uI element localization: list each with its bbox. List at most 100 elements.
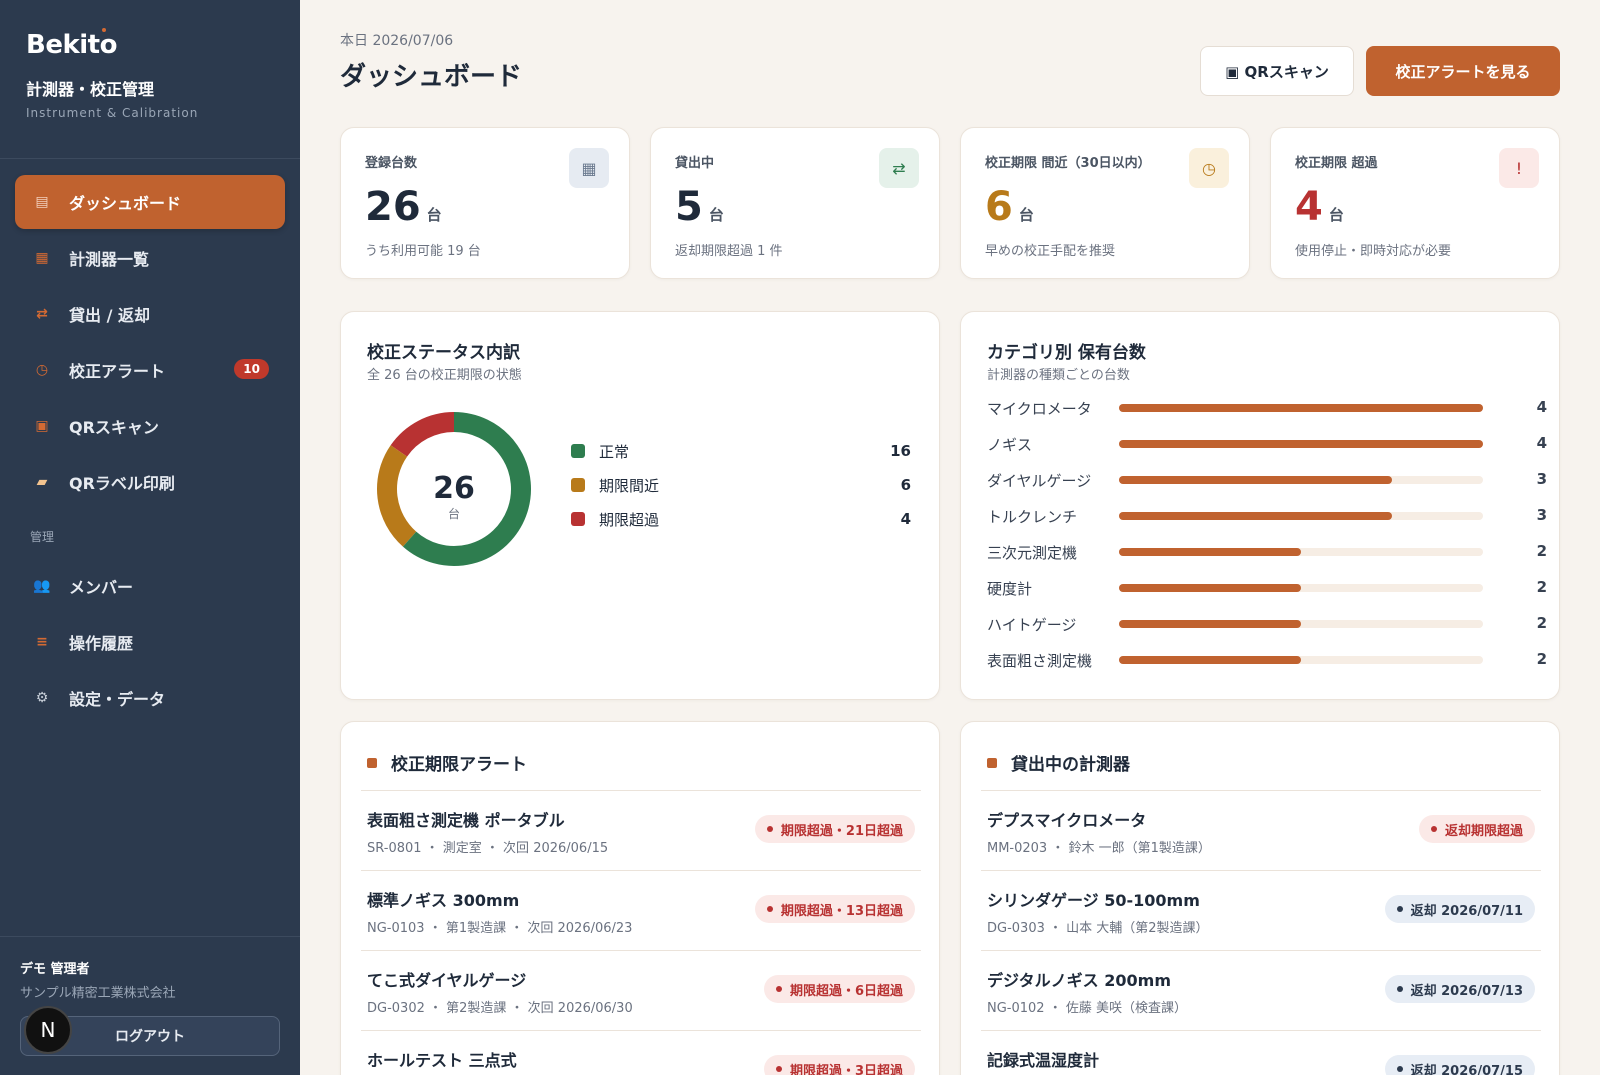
list-item[interactable]: デプスマイクロメータ MM-0203 ・ 鈴木 一郎（第1製造課） 返却期限超過 bbox=[981, 790, 1541, 870]
item-name: デプスマイクロメータ bbox=[987, 811, 1147, 830]
avatar[interactable]: N bbox=[24, 1006, 72, 1054]
category-row: マイクロメータ 4 bbox=[987, 398, 1547, 418]
sidebar-item-settings[interactable]: ⚙ 設定・データ bbox=[15, 671, 285, 725]
status-badge-text: 期限超過・6日超過 bbox=[789, 983, 903, 999]
status-donut-chart: 26 台 bbox=[377, 412, 531, 566]
sidebar-item-label: 設定・データ bbox=[69, 690, 166, 709]
warning-icon: ! bbox=[1499, 148, 1539, 188]
list-item[interactable]: 標準ノギス 300mm NG-0103 ・ 第1製造課 ・ 次回 2026/06/… bbox=[361, 870, 921, 950]
logo-text: Bekito bbox=[26, 30, 117, 60]
status-badge-text: 返却 2026/07/11 bbox=[1410, 903, 1523, 919]
stat-unit: 台 bbox=[1018, 206, 1034, 224]
category-row: ハイトゲージ 2 bbox=[987, 614, 1547, 634]
status-badge-text: 期限超過・13日超過 bbox=[780, 903, 903, 919]
sidebar: Bekito 計測器・校正管理 Instrument & Calibration… bbox=[0, 0, 300, 1075]
status-badge: 期限超過・3日超過 bbox=[763, 1055, 915, 1075]
stat-card-registered: 登録台数 ▦ 26 台 うち利用可能 19 台 bbox=[340, 127, 630, 279]
status-badge-text: 期限超過・21日超過 bbox=[780, 823, 903, 839]
view-alerts-button[interactable]: 校正アラートを見る bbox=[1366, 46, 1560, 96]
clock-icon: ◷ bbox=[35, 362, 49, 378]
sidebar-item-qr-scan[interactable]: ▣ QRスキャン bbox=[15, 399, 285, 453]
sidebar-item-history[interactable]: ≡ 操作履歴 bbox=[15, 615, 285, 669]
category-bar-track bbox=[1119, 404, 1483, 412]
stat-note: 返却期限超過 1 件 bbox=[675, 244, 783, 259]
category-label: 硬度計 bbox=[987, 580, 1033, 598]
loans-title-text: 貸出中の計測器 bbox=[1011, 755, 1130, 775]
sidebar-item-dashboard[interactable]: ▤ ダッシュボード bbox=[15, 175, 285, 229]
users-icon: 👥 bbox=[33, 578, 51, 594]
logo-dot bbox=[102, 28, 106, 32]
status-dot bbox=[1396, 1066, 1403, 1072]
sidebar-item-instruments[interactable]: ▦ 計測器一覧 bbox=[15, 231, 285, 285]
list-item[interactable]: 表面粗さ測定機 ポータブル SR-0801 ・ 測定室 ・ 次回 2026/06/… bbox=[361, 790, 921, 870]
category-row: 硬度計 2 bbox=[987, 578, 1547, 598]
today-date: 本日 2026/07/06 bbox=[340, 33, 454, 49]
list-item[interactable]: シリンダゲージ 50-100mm DG-0303 ・ 山本 大輔（第2製造課） 返却… bbox=[981, 870, 1541, 950]
status-dot bbox=[775, 986, 782, 992]
status-panel: 校正ステータス内訳 全 26 台の校正期限の状態 26 台 正常 16 期限間近… bbox=[340, 311, 940, 700]
category-value: 2 bbox=[1536, 650, 1547, 668]
status-badge-text: 返却期限超過 bbox=[1444, 823, 1523, 839]
sidebar-item-loans[interactable]: ⇄ 貸出 / 返却 bbox=[15, 287, 285, 341]
alerts-title-text: 校正期限アラート bbox=[391, 755, 527, 775]
list-item[interactable]: デジタルノギス 200mm NG-0102 ・ 佐藤 美咲（検査課） 返却 2026… bbox=[981, 950, 1541, 1030]
legend-label: 期限間近 bbox=[599, 476, 660, 495]
label-icon: ▰ bbox=[36, 474, 48, 490]
page-title: ダッシュボード bbox=[340, 62, 523, 92]
category-label: マイクロメータ bbox=[987, 400, 1092, 418]
status-dot bbox=[1396, 986, 1403, 992]
list-icon: ≡ bbox=[36, 634, 48, 650]
list-item[interactable]: てこ式ダイヤルゲージ DG-0302 ・ 第2製造課 ・ 次回 2026/06/3… bbox=[361, 950, 921, 1030]
legend-label: 期限超過 bbox=[599, 510, 660, 529]
alert-count-badge: 10 bbox=[234, 359, 269, 379]
legend-item-due-soon: 期限間近 6 bbox=[571, 474, 911, 496]
sidebar-divider bbox=[0, 158, 300, 159]
status-dot bbox=[766, 906, 773, 912]
logo[interactable]: Bekito bbox=[26, 28, 198, 60]
sidebar-nav: ▤ ダッシュボード ▦ 計測器一覧 ⇄ 貸出 / 返却 ◷ 校正アラート 10 … bbox=[15, 175, 285, 727]
sidebar-item-alerts[interactable]: ◷ 校正アラート 10 bbox=[15, 343, 285, 397]
qr-scan-button[interactable]: ▣ QRスキャン bbox=[1200, 46, 1354, 96]
swap-icon: ⇄ bbox=[36, 306, 48, 322]
category-bar bbox=[1119, 620, 1301, 628]
legend-value: 4 bbox=[900, 510, 911, 528]
category-bar-track bbox=[1119, 656, 1483, 664]
brand: Bekito 計測器・校正管理 Instrument & Calibration bbox=[26, 28, 198, 120]
category-bar bbox=[1119, 404, 1483, 412]
category-bar-track bbox=[1119, 440, 1483, 448]
app-title: 計測器・校正管理 bbox=[26, 80, 155, 99]
category-row: 表面粗さ測定機 2 bbox=[987, 650, 1547, 670]
category-label: ノギス bbox=[987, 436, 1033, 454]
sidebar-item-label: QRラベル印刷 bbox=[69, 474, 175, 493]
admin-section-label: 管理 bbox=[30, 530, 55, 544]
category-bar bbox=[1119, 584, 1301, 592]
stat-value-wrap: 26 台 bbox=[365, 184, 442, 230]
status-badge: 期限超過・21日超過 bbox=[754, 815, 915, 843]
legend-item-normal: 正常 16 bbox=[571, 440, 911, 462]
legend-item-overdue: 期限超過 4 bbox=[571, 508, 911, 530]
status-panel-title: 校正ステータス内訳 bbox=[367, 343, 520, 363]
category-label: ハイトゲージ bbox=[987, 616, 1077, 634]
category-bar bbox=[1119, 548, 1301, 556]
donut-slice-2 bbox=[377, 445, 417, 547]
stat-card-overdue: 校正期限 超過 ! 4台 使用停止・即時対応が必要 bbox=[1270, 127, 1560, 279]
donut-center-value: 26 bbox=[433, 471, 475, 506]
category-bar bbox=[1119, 476, 1392, 484]
stat-note: 早めの校正手配を推奨 bbox=[985, 244, 1116, 259]
stat-label: 登録台数 bbox=[365, 156, 418, 171]
legend-swatch bbox=[571, 478, 585, 492]
category-row: トルクレンチ 3 bbox=[987, 506, 1547, 526]
grid-icon: ▦ bbox=[35, 250, 49, 266]
sidebar-item-qr-label[interactable]: ▰ QRラベル印刷 bbox=[15, 455, 285, 509]
category-bar-track bbox=[1119, 512, 1483, 520]
sidebar-item-members[interactable]: 👥 メンバー bbox=[15, 559, 285, 613]
status-badge: 返却 2026/07/15 bbox=[1384, 1055, 1535, 1075]
list-item[interactable]: 記録式温湿度計 返却 2026/07/15 bbox=[981, 1030, 1541, 1075]
stat-value: 4 bbox=[1295, 184, 1323, 230]
list-item[interactable]: ホールテスト 三点式 期限超過・3日超過 bbox=[361, 1030, 921, 1075]
item-name: 表面粗さ測定機 ポータブル bbox=[367, 811, 565, 830]
stat-card-due-soon: 校正期限 間近（30日以内） ◷ 6台 早めの校正手配を推奨 bbox=[960, 127, 1250, 279]
status-badge: 返却期限超過 bbox=[1418, 815, 1535, 843]
category-label: トルクレンチ bbox=[987, 508, 1078, 526]
status-badge-text: 期限超過・3日超過 bbox=[789, 1063, 903, 1075]
